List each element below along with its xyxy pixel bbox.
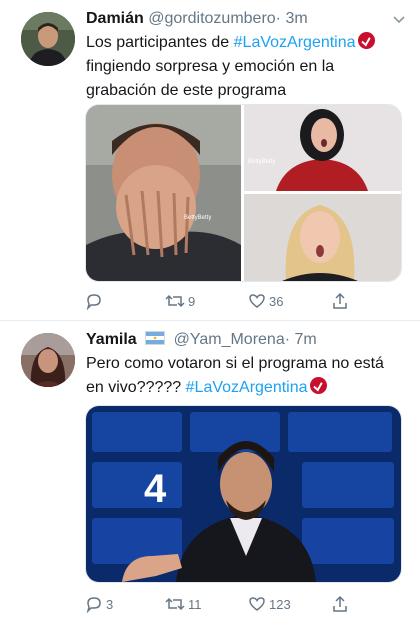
tweet-header: Yamila @Yam_Morena· 7m [86,330,390,350]
share-icon [333,292,347,309]
tweet-text-body: Los participantes de [86,34,234,51]
tweet-time[interactable]: · 7m [285,331,317,348]
retweet-count: 9 [188,293,196,309]
tweet-media-image[interactable]: 4 [85,405,402,583]
user-handle[interactable]: @gorditozumbero [148,10,275,27]
hashtag-link[interactable]: #LaVozArgentina [186,379,308,396]
hashtag-link[interactable]: #LaVozArgentina [234,34,356,51]
argentina-flag-icon [145,331,166,345]
tweet-media-grid[interactable]: BettyBetty BettyBetty [85,104,402,282]
avatar[interactable] [21,333,75,387]
like-button[interactable]: 123 [248,594,291,614]
tweet-text-body: fingiendo sorpresa y emoción en la graba… [86,58,335,99]
like-button[interactable]: 36 [248,291,283,311]
hashtag-emoji-icon [309,377,327,394]
tweet-actions: 9 36 [85,291,385,311]
tweet-text: Los participantes de #LaVozArgentina fin… [86,31,406,103]
tweet-actions: 3 11 123 [85,594,385,614]
avatar[interactable] [21,12,75,66]
media-watermark: BettyBetty [248,159,275,165]
heart-icon [249,597,265,611]
tweet[interactable]: Yamila @Yam_Morena· 7m Pero como votaron… [0,320,420,623]
user-name[interactable]: Damián [86,10,144,27]
retweet-icon [165,597,185,611]
retweet-count: 11 [188,596,202,612]
retweet-icon [165,294,185,308]
retweet-button[interactable]: 11 [165,594,202,614]
reply-icon [86,597,101,613]
heart-icon [249,294,265,308]
share-button[interactable] [331,291,349,311]
media-image[interactable]: BettyBetty [244,105,401,191]
chevron-down-icon[interactable] [392,12,406,30]
reply-count: 3 [106,596,114,612]
tweet-header: Damián @gorditozumbero· 3m [86,9,390,29]
user-name[interactable]: Yamila [86,331,137,348]
share-button[interactable] [331,594,349,614]
reply-icon [86,294,101,310]
reply-button[interactable] [85,291,106,311]
reply-button[interactable]: 3 [85,594,113,614]
retweet-button[interactable]: 9 [165,291,195,311]
like-count: 36 [269,293,284,309]
tweet-time[interactable]: · 3m [276,10,308,27]
share-icon [333,595,347,612]
hashtag-emoji-icon [357,32,375,49]
media-image[interactable]: BettyBetty [86,105,241,281]
user-handle[interactable]: @Yam_Morena [174,331,285,348]
like-count: 123 [269,596,291,612]
tweet-text: Pero como votaron si el programa no está… [86,352,406,400]
media-number: 4 [144,467,167,511]
media-image[interactable] [244,194,401,281]
tweet[interactable]: Damián @gorditozumbero· 3m Los participa… [0,0,420,320]
media-watermark: BettyBetty [184,215,211,221]
